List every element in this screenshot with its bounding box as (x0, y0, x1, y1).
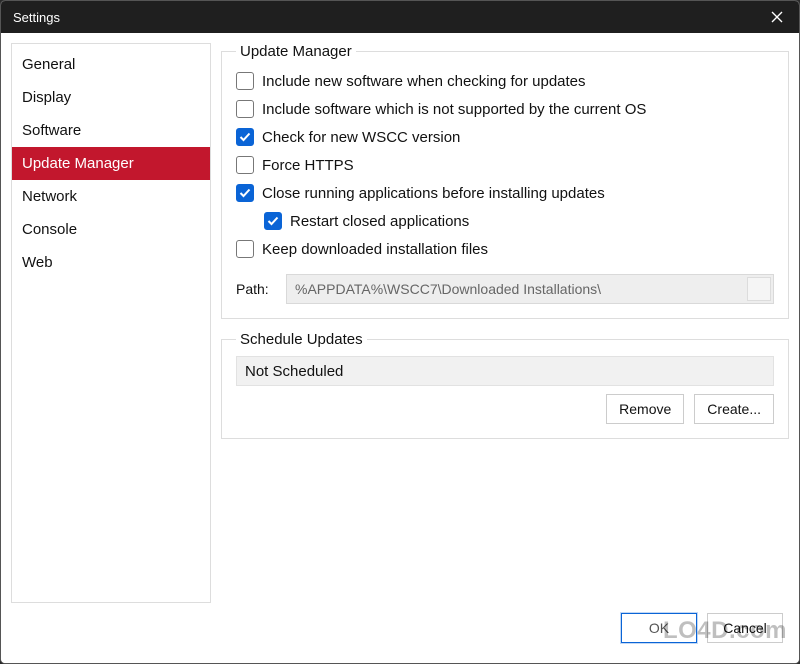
schedule-create-button[interactable]: Create... (694, 394, 774, 424)
content-panel: Update Manager Include new software when… (221, 43, 789, 603)
dialog-footer: OK Cancel (11, 603, 789, 653)
option-label: Include new software when checking for u… (262, 73, 586, 90)
option-label: Close running applications before instal… (262, 185, 605, 202)
checkbox-check-wscc[interactable] (236, 128, 254, 146)
option-close-running[interactable]: Close running applications before instal… (236, 184, 774, 202)
option-force-https[interactable]: Force HTTPS (236, 156, 774, 174)
checkbox-restart-closed[interactable] (264, 212, 282, 230)
check-icon (239, 132, 251, 142)
sidebar-item-update-manager[interactable]: Update Manager (12, 147, 210, 180)
schedule-status[interactable]: Not Scheduled (236, 356, 774, 386)
checkbox-include-new-software[interactable] (236, 72, 254, 90)
option-keep-downloaded[interactable]: Keep downloaded installation files (236, 240, 774, 258)
window-title: Settings (13, 10, 755, 25)
path-input-wrap (286, 274, 774, 304)
checkbox-close-running[interactable] (236, 184, 254, 202)
option-label: Check for new WSCC version (262, 129, 460, 146)
option-restart-closed[interactable]: Restart closed applications (264, 212, 774, 230)
dialog-body: General Display Software Update Manager … (1, 33, 799, 663)
sidebar: General Display Software Update Manager … (11, 43, 211, 603)
schedule-remove-button[interactable]: Remove (606, 394, 684, 424)
ok-button[interactable]: OK (621, 613, 697, 643)
check-icon (239, 188, 251, 198)
check-icon (267, 216, 279, 226)
schedule-group: Schedule Updates Not Scheduled Remove Cr… (221, 331, 789, 439)
option-include-unsupported[interactable]: Include software which is not supported … (236, 100, 774, 118)
checkbox-force-https[interactable] (236, 156, 254, 174)
path-label: Path: (236, 281, 276, 297)
option-label: Include software which is not supported … (262, 101, 646, 118)
sidebar-item-console[interactable]: Console (12, 213, 210, 246)
update-manager-group: Update Manager Include new software when… (221, 43, 789, 319)
option-include-new-software[interactable]: Include new software when checking for u… (236, 72, 774, 90)
path-input[interactable] (286, 274, 774, 304)
cancel-button[interactable]: Cancel (707, 613, 783, 643)
schedule-buttons: Remove Create... (236, 394, 774, 424)
path-browse-button[interactable] (747, 277, 771, 301)
schedule-legend: Schedule Updates (236, 331, 367, 348)
path-row: Path: (236, 274, 774, 304)
checkbox-keep-downloaded[interactable] (236, 240, 254, 258)
sidebar-item-display[interactable]: Display (12, 81, 210, 114)
sidebar-item-network[interactable]: Network (12, 180, 210, 213)
schedule-status-text: Not Scheduled (245, 363, 343, 380)
sidebar-item-web[interactable]: Web (12, 246, 210, 279)
titlebar: Settings (1, 1, 799, 33)
update-manager-options: Include new software when checking for u… (236, 68, 774, 304)
sidebar-item-general[interactable]: General (12, 48, 210, 81)
sidebar-item-software[interactable]: Software (12, 114, 210, 147)
option-label: Restart closed applications (290, 213, 469, 230)
update-manager-legend: Update Manager (236, 43, 356, 60)
option-label: Force HTTPS (262, 157, 354, 174)
option-label: Keep downloaded installation files (262, 241, 488, 258)
close-icon (771, 11, 783, 23)
option-check-wscc[interactable]: Check for new WSCC version (236, 128, 774, 146)
columns: General Display Software Update Manager … (11, 43, 789, 603)
checkbox-include-unsupported[interactable] (236, 100, 254, 118)
close-button[interactable] (755, 1, 799, 33)
settings-window: Settings General Display Software Update… (0, 0, 800, 664)
